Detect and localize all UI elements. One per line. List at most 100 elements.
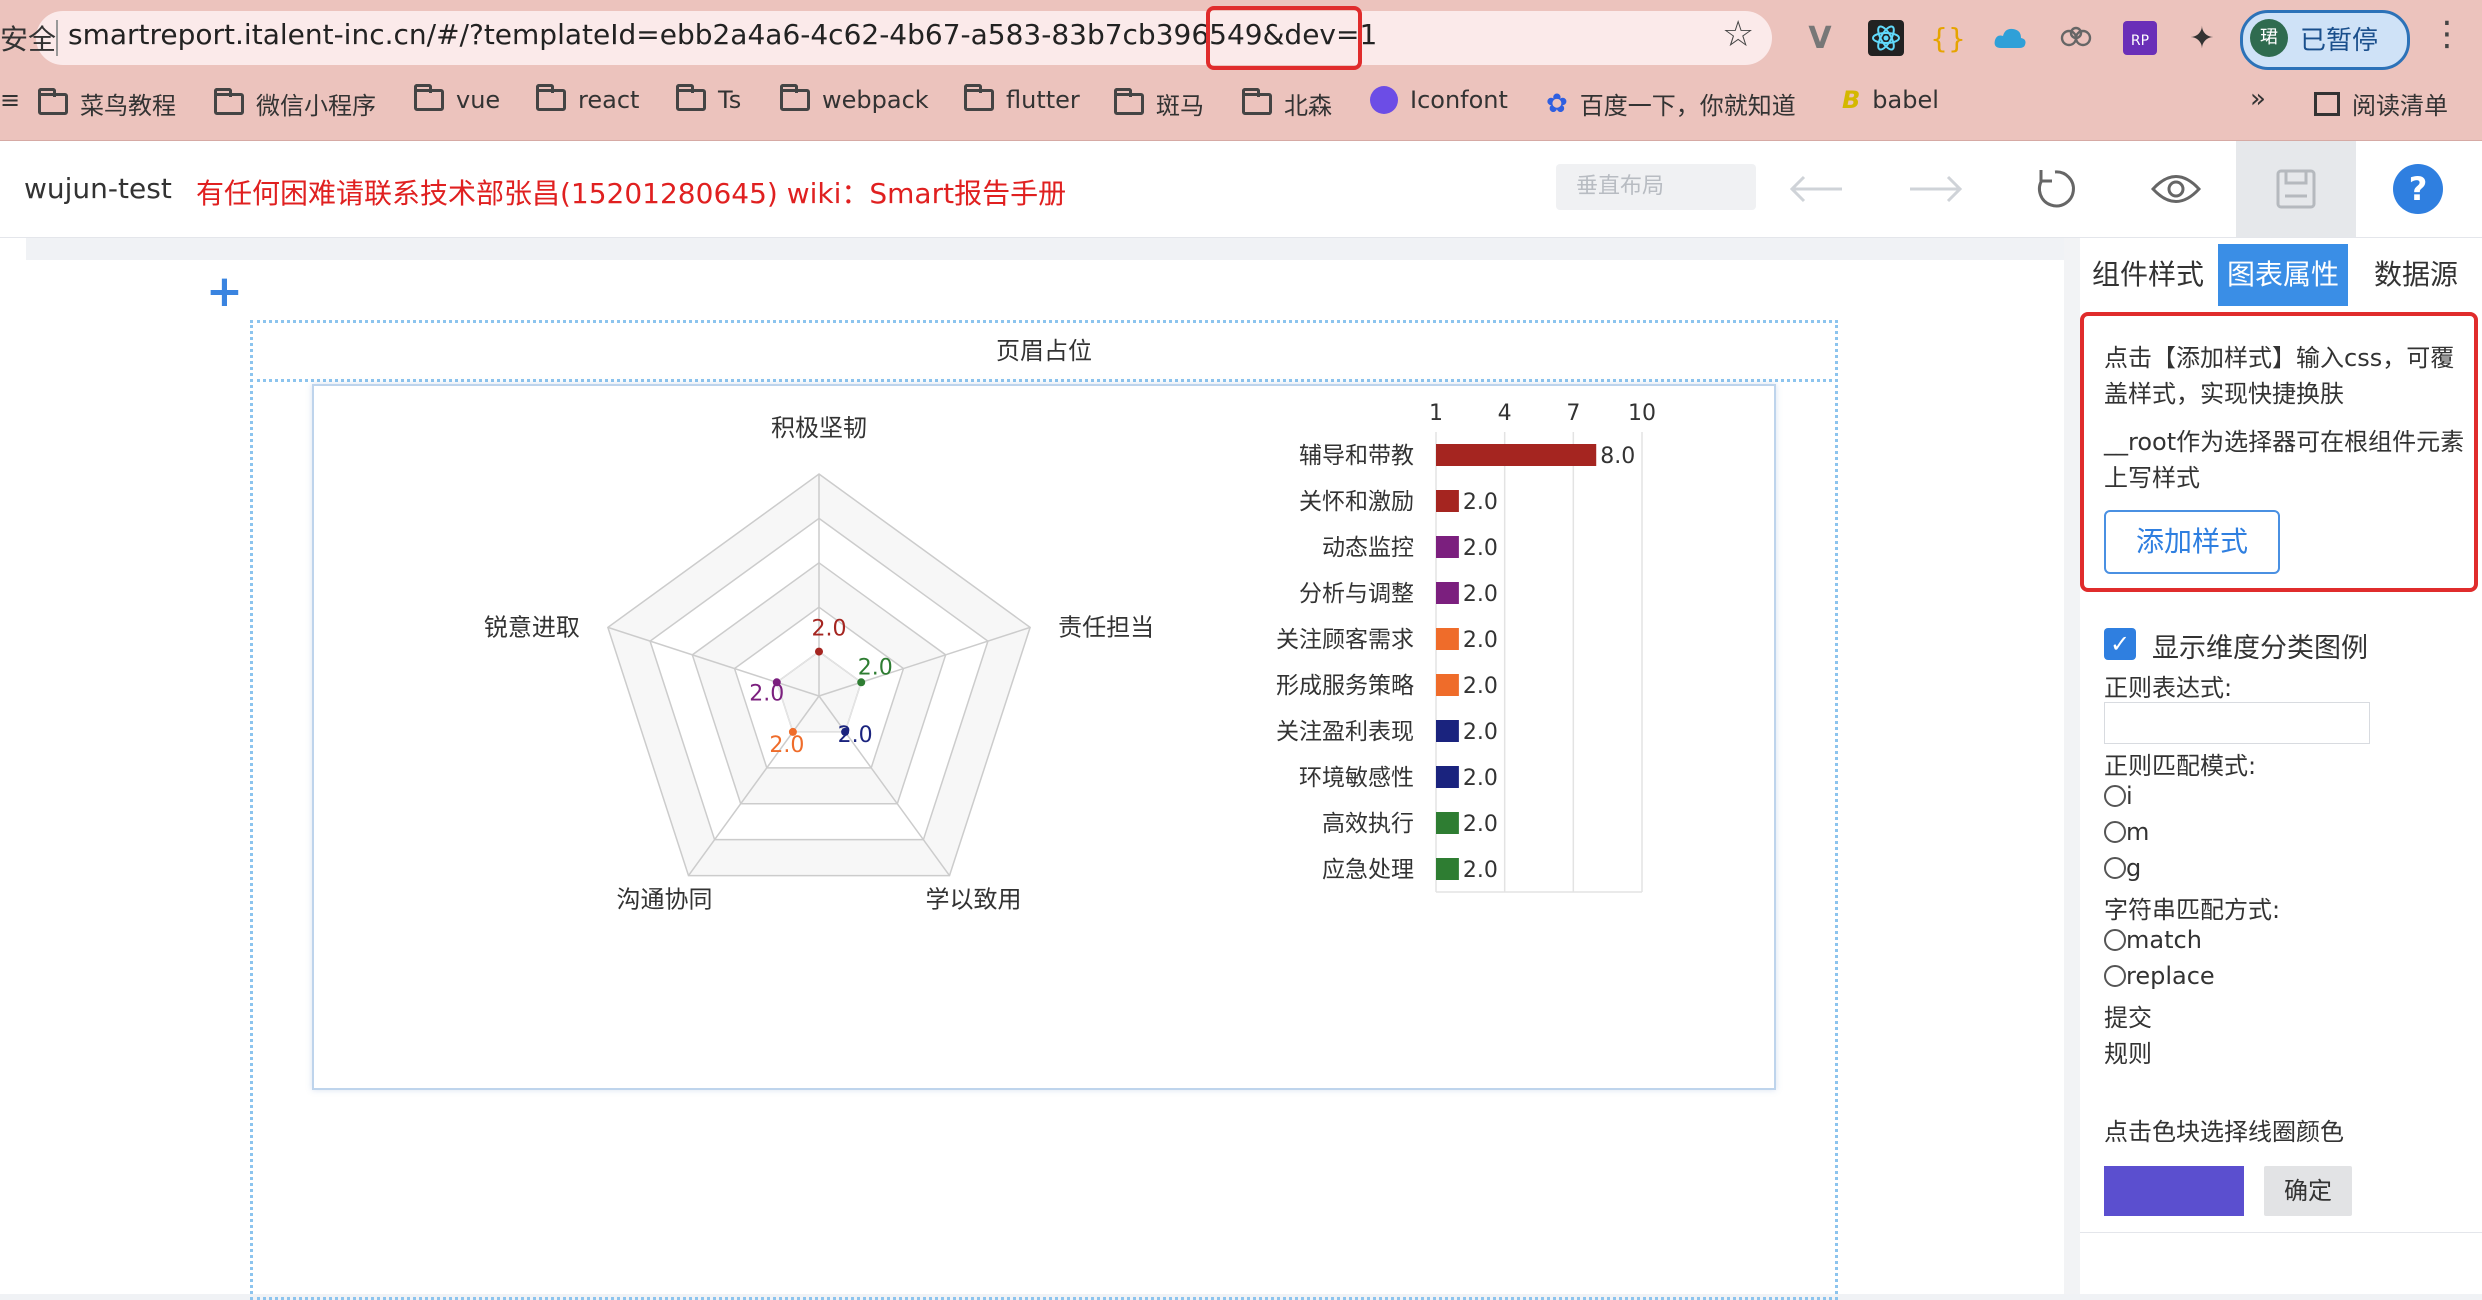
bar bbox=[1436, 582, 1459, 604]
color-swatch[interactable] bbox=[2104, 1166, 2244, 1216]
help-text-2: __root作为选择器可在根组件元素上写样式 bbox=[2104, 428, 2465, 492]
bar-value-label: 8.0 bbox=[1600, 444, 1635, 469]
bar bbox=[1436, 858, 1459, 880]
regex-mode-g[interactable]: g bbox=[2104, 854, 2141, 882]
bookmark-react[interactable]: react bbox=[536, 84, 639, 114]
folder-icon bbox=[536, 84, 566, 111]
profile-avatar: 珺 bbox=[2250, 19, 2288, 57]
radar-point bbox=[815, 647, 823, 656]
support-notice[interactable]: 有任何困难请联系技术部张昌(15201280645) wiki：Smart报告手… bbox=[196, 172, 1066, 212]
show-legend-label: 显示维度分类图例 bbox=[2152, 633, 2368, 664]
radar-indicator-label: 责任担当 bbox=[1058, 613, 1154, 641]
regex-input[interactable] bbox=[2104, 702, 2370, 744]
folder-icon bbox=[676, 84, 706, 111]
bookmark-wechat-miniprogram[interactable]: 微信小程序 bbox=[214, 86, 376, 121]
bookmark-ts[interactable]: Ts bbox=[676, 84, 741, 114]
regex-mode-i[interactable]: i bbox=[2104, 782, 2133, 810]
header-placeholder[interactable]: 页眉占位 bbox=[250, 320, 1838, 382]
bookmark-beisen[interactable]: 北森 bbox=[1242, 86, 1332, 121]
chart-svg: 积极坚韧责任担当学以致用 沟通协同 锐意进取 2.0 2.0 2.0 2.0 2.0 1 4 7 10… bbox=[484, 401, 1656, 914]
preview-button[interactable] bbox=[2120, 141, 2232, 237]
panel-divider bbox=[2080, 1232, 2482, 1233]
color-hint: 点击色块选择线圈颜色 bbox=[2104, 1118, 2344, 1146]
url-main: smartreport.italent-inc.cn/#/?templateId… bbox=[68, 18, 1245, 51]
cloud-icon[interactable] bbox=[1988, 16, 2032, 60]
report-name: wujun-test bbox=[24, 172, 172, 205]
rp-extension-icon[interactable]: RP bbox=[2118, 16, 2162, 60]
bar-value-label: 2.0 bbox=[1463, 536, 1498, 561]
radio-icon bbox=[2104, 929, 2126, 951]
bookmark-runoob[interactable]: 菜鸟教程 bbox=[38, 86, 176, 121]
bookmark-flutter[interactable]: flutter bbox=[964, 84, 1080, 114]
vue-devtools-icon[interactable]: V bbox=[1798, 16, 1842, 60]
radar-indicator-label: 积极坚韧 bbox=[771, 414, 867, 442]
rules-link[interactable]: 规则 bbox=[2104, 1034, 2152, 1069]
refresh-button[interactable] bbox=[2000, 141, 2112, 237]
bar-value-label: 2.0 bbox=[1463, 766, 1498, 791]
radio-icon bbox=[2104, 965, 2126, 987]
bar bbox=[1436, 812, 1459, 834]
sync-extension-icon[interactable] bbox=[2054, 16, 2098, 60]
bookmark-webpack[interactable]: webpack bbox=[780, 84, 929, 114]
bar-category-label: 应急处理 bbox=[1322, 857, 1414, 883]
radar-value-label: 2.0 bbox=[858, 655, 893, 680]
folder-icon bbox=[214, 87, 244, 115]
extensions-puzzle-icon[interactable]: ✦ bbox=[2180, 16, 2224, 60]
bookmark-vue[interactable]: vue bbox=[414, 84, 500, 114]
folder-icon bbox=[1114, 87, 1144, 115]
help-button[interactable]: ? bbox=[2362, 141, 2474, 237]
bar-x-tick-label: 4 bbox=[1498, 401, 1512, 426]
match-mode-label: 字符串匹配方式: bbox=[2104, 896, 2281, 924]
browser-menu-icon[interactable]: ⋮ bbox=[2430, 14, 2464, 54]
regex-label: 正则表达式: bbox=[2104, 674, 2233, 702]
bar-category-label: 辅导和带教 bbox=[1299, 443, 1414, 469]
bar-x-tick-label: 7 bbox=[1566, 401, 1580, 426]
radar-value-label: 2.0 bbox=[749, 681, 784, 706]
bookmarks-more-chevron[interactable]: » bbox=[2250, 84, 2266, 114]
json-viewer-icon[interactable]: {} bbox=[1926, 16, 1970, 60]
chart-component[interactable]: 积极坚韧 责任担当 学以致用 沟通协同 锐意进取 2.0 2.0 2.0 2.0 2.0 1 4 7 10… bbox=[312, 384, 1776, 1090]
bar bbox=[1436, 628, 1459, 650]
redo-button[interactable] bbox=[1880, 141, 1992, 237]
layout-select[interactable]: 垂直布局 bbox=[1556, 164, 1756, 210]
show-legend-checkbox[interactable]: ✓ bbox=[2104, 628, 2136, 660]
add-component-button[interactable]: + bbox=[206, 266, 243, 317]
bar-category-label: 高效执行 bbox=[1322, 811, 1414, 837]
bar-category-label: 分析与调整 bbox=[1299, 581, 1414, 607]
url-text[interactable]: smartreport.italent-inc.cn/#/?templateId… bbox=[68, 18, 1377, 51]
security-label[interactable]: 安全 bbox=[0, 18, 56, 58]
bookmark-babel[interactable]: Bbabel bbox=[1842, 86, 1939, 114]
submit-link[interactable]: 提交 bbox=[2104, 998, 2152, 1033]
reading-list[interactable]: 阅读清单 bbox=[2314, 86, 2448, 121]
radar-value-label: 2.0 bbox=[769, 733, 804, 758]
canvas-scrollbar[interactable] bbox=[2064, 238, 2080, 1294]
help-text-1: 点击【添加样式】输入css，可覆盖样式，实现快捷换肤 bbox=[2104, 344, 2455, 408]
bar-value-label: 2.0 bbox=[1463, 582, 1498, 607]
tab-component-style[interactable]: 组件样式 bbox=[2080, 244, 2216, 306]
undo-button[interactable] bbox=[1760, 141, 1872, 237]
bookmark-banma[interactable]: 斑马 bbox=[1114, 86, 1204, 121]
bookmark-iconfont[interactable]: Iconfont bbox=[1370, 86, 1508, 114]
bar-value-label: 2.0 bbox=[1463, 720, 1498, 745]
bar-x-tick-label: 10 bbox=[1628, 401, 1656, 426]
bar-value-label: 2.0 bbox=[1463, 812, 1498, 837]
bookmarks-clipped-item[interactable]: ≡ bbox=[0, 86, 20, 114]
react-devtools-icon[interactable] bbox=[1864, 16, 1908, 60]
match-mode-replace[interactable]: replace bbox=[2104, 962, 2215, 990]
bookmark-star-icon[interactable]: ☆ bbox=[1722, 14, 1754, 55]
add-style-button[interactable]: 添加样式 bbox=[2104, 510, 2280, 574]
regex-mode-m[interactable]: m bbox=[2104, 818, 2149, 846]
save-icon bbox=[2276, 169, 2316, 209]
bar-value-label: 2.0 bbox=[1463, 674, 1498, 699]
folder-icon bbox=[964, 84, 994, 111]
bar bbox=[1436, 674, 1459, 696]
tab-data-source[interactable]: 数据源 bbox=[2350, 244, 2482, 306]
bookmark-baidu[interactable]: ✿ 百度一下，你就知道 bbox=[1546, 86, 1796, 121]
match-mode-match[interactable]: match bbox=[2104, 926, 2202, 954]
tab-chart-properties[interactable]: 图表属性 bbox=[2218, 244, 2348, 306]
bar bbox=[1436, 444, 1597, 466]
eye-icon bbox=[2151, 175, 2201, 203]
confirm-button[interactable]: 确定 bbox=[2264, 1166, 2352, 1216]
bar-category-label: 动态监控 bbox=[1322, 535, 1414, 561]
save-button[interactable] bbox=[2236, 141, 2356, 237]
